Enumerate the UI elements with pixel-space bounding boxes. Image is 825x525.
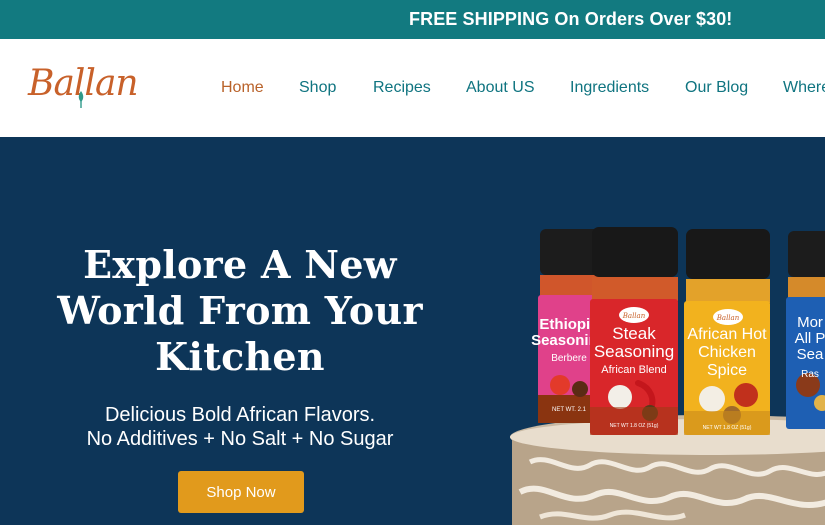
nav-about-us[interactable]: About US: [466, 79, 534, 97]
product-net-weight: NET WT 1.8 OZ (51g): [703, 425, 752, 431]
spice-jar: Mor All P Sea Ras: [786, 231, 825, 429]
product-brand: Ballan: [716, 314, 740, 322]
nav-shop[interactable]: Shop: [299, 79, 336, 97]
nav-ingredients[interactable]: Ingredients: [570, 79, 649, 97]
product-name-line: Sea: [797, 346, 824, 363]
nav-recipes[interactable]: Recipes: [373, 79, 431, 97]
hero-banner: Explore A New World From Your Kitchen De…: [0, 137, 825, 525]
nav-our-blog[interactable]: Our Blog: [685, 79, 748, 97]
product-tagline: Ras: [801, 369, 819, 380]
product-tagline: Berbere: [551, 353, 587, 364]
nav-where[interactable]: Where: [783, 79, 825, 97]
product-name-line: Steak: [612, 324, 656, 343]
hero-subtitle-line: No Additives + No Salt + No Sugar: [86, 428, 394, 450]
nav-home[interactable]: Home: [221, 79, 264, 97]
hero-title-line: Explore A New: [83, 242, 397, 287]
product-name-line: Seasoning: [594, 342, 674, 361]
main-nav: Home Shop Recipes About US Ingredients O…: [0, 39, 825, 137]
announcement-text: FREE SHIPPING On Orders Over $30!: [409, 9, 733, 29]
spice-jar: Ballan Steak Seasoning African Blend NET…: [590, 227, 678, 435]
hero-subtitle: Delicious Bold African Flavors. No Addit…: [30, 403, 450, 451]
hero-title-line: World From Your: [57, 288, 423, 333]
announcement-bar: FREE SHIPPING On Orders Over $30!: [0, 0, 825, 39]
site-header: Ballan Home Shop Recipes About US Ingred…: [0, 39, 825, 137]
product-name-line: Spice: [707, 362, 747, 379]
product-net-weight: NET WT. 2.1: [552, 407, 587, 413]
hero-subtitle-line: Delicious Bold African Flavors.: [104, 404, 376, 426]
product-tagline: African Blend: [601, 364, 666, 376]
spice-jar: Ballan African Hot Chicken Spice NET WT …: [684, 229, 770, 435]
product-name-line: All P: [795, 330, 825, 347]
product-name-line: African Hot: [687, 326, 767, 343]
product-name-line: Mor: [797, 314, 823, 331]
product-name-line: Chicken: [698, 344, 756, 361]
hero-title-line: Kitchen: [155, 334, 325, 379]
product-image: Ethiopia Seasoning Berbere NET WT. 2.1 M…: [510, 227, 825, 525]
hero-title: Explore A New World From Your Kitchen: [30, 242, 450, 380]
product-net-weight: NET WT 1.8 OZ (51g): [610, 423, 659, 429]
product-brand: Ballan: [622, 312, 646, 320]
shop-now-button[interactable]: Shop Now: [178, 471, 304, 513]
